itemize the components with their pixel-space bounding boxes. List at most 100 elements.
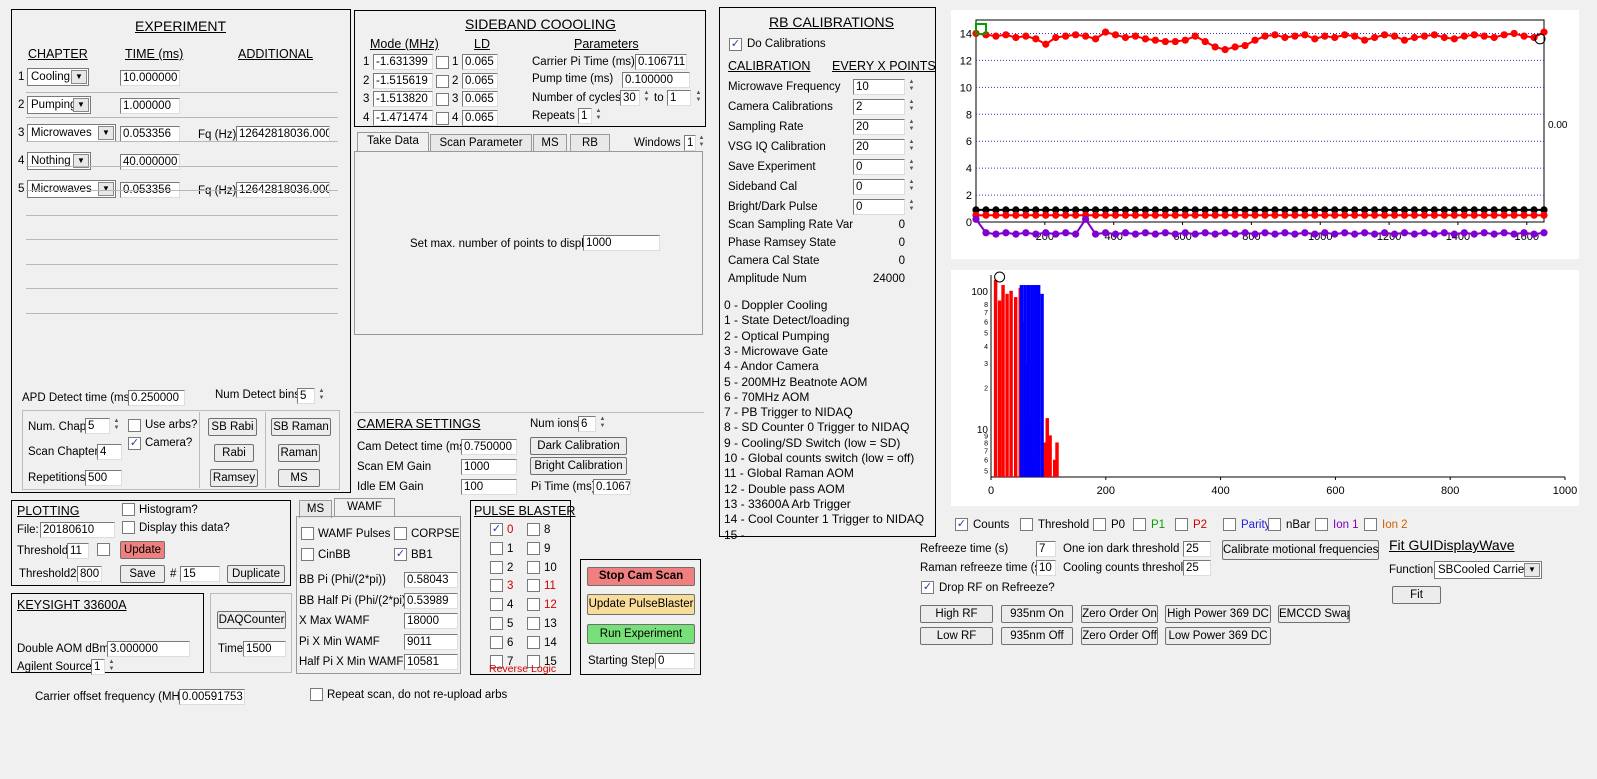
pb-bit-checkbox[interactable] xyxy=(527,541,540,555)
calibration-input[interactable]: 0 xyxy=(853,199,905,215)
ms-button[interactable]: MS xyxy=(278,469,320,487)
mode-input[interactable]: -1.513820 xyxy=(373,91,433,107)
apd-input[interactable]: 0.250000 xyxy=(128,390,185,406)
run-experiment-button[interactable]: Run Experiment xyxy=(587,624,695,644)
legend-checkbox[interactable] xyxy=(1093,518,1106,531)
legend-checkbox[interactable] xyxy=(1223,518,1236,531)
camera-checkbox[interactable]: ✓ xyxy=(128,437,141,450)
duplicate-button[interactable]: Duplicate xyxy=(227,565,285,583)
mode-checkbox[interactable] xyxy=(436,111,449,125)
carrier-pi-input[interactable]: 0.106711 xyxy=(635,54,687,70)
use-arbs-checkbox[interactable] xyxy=(128,419,141,432)
wamf-field-input[interactable]: 0.58043 xyxy=(404,572,458,588)
high-power-369-button[interactable]: High Power 369 DC xyxy=(1165,605,1271,623)
mode-checkbox[interactable] xyxy=(436,74,449,88)
chapter-time-input[interactable]: 10.000000 xyxy=(120,70,180,86)
chapter-dropdown[interactable]: Microwaves ▼ xyxy=(27,180,116,198)
calibration-spin[interactable]: ▲ ▼ xyxy=(907,99,916,115)
daq-counter-button[interactable]: DAQCounter xyxy=(217,611,286,629)
chapter-dropdown[interactable]: Cooling ▼ xyxy=(27,68,89,86)
num-bins-input[interactable]: 5 xyxy=(297,388,315,404)
raman-refreeze-input[interactable]: 10 xyxy=(1036,560,1056,576)
detect-input[interactable]: 0.750000 xyxy=(461,439,517,455)
ramsey-button[interactable]: Ramsey xyxy=(210,469,258,487)
calibration-input[interactable]: 10 xyxy=(853,79,905,95)
additional-input[interactable]: 12642818036.000 xyxy=(236,126,330,142)
mode-input[interactable]: -1.515619 xyxy=(373,72,433,89)
wamf-field-input[interactable]: 9011 xyxy=(404,633,458,650)
do-calibrations-checkbox[interactable]: ✓ xyxy=(729,38,742,51)
file-input[interactable]: 20180610 xyxy=(40,522,115,538)
legend-checkbox[interactable]: ✓ xyxy=(955,518,968,531)
zero-order-on-button[interactable]: Zero Order On xyxy=(1081,605,1158,623)
legend-checkbox[interactable] xyxy=(1020,518,1033,531)
repeats-spin[interactable]: ▲ ▼ xyxy=(594,108,603,124)
pb-bit-checkbox[interactable] xyxy=(527,560,540,574)
histogram-plot[interactable]: 100 10 8 7 6 5 4 3 2 9 8 7 6 5 0 200 400 600 800 1000 xyxy=(951,270,1579,506)
daq-time-input[interactable]: 1500 xyxy=(243,641,286,657)
emccd-swap-button[interactable]: EMCCD Swap xyxy=(1278,605,1350,623)
legend-checkbox[interactable] xyxy=(1175,518,1188,531)
pb-bit-checkbox[interactable] xyxy=(527,635,540,649)
calibration-input[interactable]: 20 xyxy=(853,139,905,155)
tab-take-data[interactable]: Take Data xyxy=(357,132,429,151)
chapter-dropdown[interactable]: Pumping ▼ xyxy=(27,96,91,114)
num-ions-spin[interactable]: ▲ ▼ xyxy=(598,416,607,432)
mode-checkbox[interactable] xyxy=(436,93,449,106)
chapter-time-input[interactable]: 0.053356 xyxy=(120,126,180,142)
legend-checkbox[interactable] xyxy=(1268,518,1281,531)
sb-raman-button[interactable]: SB Raman xyxy=(271,418,331,436)
tab-scan-parameter[interactable]: Scan Parameter xyxy=(430,134,532,152)
scan-em-input[interactable]: 1000 xyxy=(461,459,517,475)
save-button[interactable]: Save xyxy=(120,565,165,583)
scan-chapter-input[interactable]: 4 xyxy=(97,444,122,460)
tab-ms[interactable]: MS xyxy=(533,134,567,152)
num-chap-input[interactable]: 5 xyxy=(85,418,110,434)
bright-calibration-button[interactable]: Bright Calibration xyxy=(530,457,627,475)
ld-input[interactable]: 0.065 xyxy=(462,54,498,70)
mode-input[interactable]: -1.471474 xyxy=(373,109,433,126)
calibration-input[interactable]: 0 xyxy=(853,179,905,195)
wamf-field-input[interactable]: 0.53989 xyxy=(404,592,458,609)
calibration-spin[interactable]: ▲ ▼ xyxy=(907,179,916,195)
pb-bit-checkbox[interactable] xyxy=(527,598,540,612)
num-chap-spin[interactable]: ▲ ▼ xyxy=(112,418,121,434)
cycles-to-input[interactable]: 1 xyxy=(667,90,691,106)
idle-em-input[interactable]: 100 xyxy=(461,479,517,495)
ld-input[interactable]: 0.065 xyxy=(462,109,498,126)
ld-input[interactable]: 0.065 xyxy=(462,91,498,107)
stop-cam-scan-button[interactable]: Stop Cam Scan xyxy=(587,567,695,586)
pump-time-input[interactable]: 0.100000 xyxy=(622,72,690,88)
fit-button[interactable]: Fit xyxy=(1392,586,1441,604)
wamf-pulses-checkbox[interactable] xyxy=(301,527,314,540)
calibration-input[interactable]: 2 xyxy=(853,99,905,115)
starting-step-input[interactable]: 0 xyxy=(655,653,695,669)
cooling-threshold-input[interactable]: 25 xyxy=(1183,560,1211,576)
tab-wamf[interactable]: WAMF xyxy=(334,498,395,517)
agilent-spin[interactable]: ▲ ▼ xyxy=(107,659,116,675)
agilent-input[interactable]: 1 xyxy=(91,659,105,675)
calibration-spin[interactable]: ▲ ▼ xyxy=(907,199,916,215)
chapter-dropdown[interactable]: Nothing ▼ xyxy=(27,152,91,170)
corpse-checkbox[interactable] xyxy=(394,527,407,540)
aom-input[interactable]: 3.000000 xyxy=(107,641,190,657)
calibration-input[interactable]: 20 xyxy=(853,119,905,135)
calibrate-motional-button[interactable]: Calibrate motional frequencies xyxy=(1222,540,1379,560)
wamf-field-input[interactable]: 18000 xyxy=(404,613,458,629)
max-points-input[interactable]: 1000 xyxy=(583,235,660,251)
dark-threshold-input[interactable]: 25 xyxy=(1183,541,1211,557)
drop-rf-checkbox[interactable]: ✓ xyxy=(921,581,934,594)
raman-button[interactable]: Raman xyxy=(278,444,320,462)
update-pulseblaster-button[interactable]: Update PulseBlaster xyxy=(587,594,695,615)
chapter-dropdown[interactable]: Microwaves ▼ xyxy=(27,124,116,142)
threshold2-input[interactable]: 800 xyxy=(77,566,102,582)
zero-order-off-button[interactable]: Zero Order Off xyxy=(1081,627,1158,645)
cycles-from-input[interactable]: 30 xyxy=(620,90,640,106)
cycles-from-spin[interactable]: ▲ ▼ xyxy=(642,90,651,106)
wamf-field-input[interactable]: 10581 xyxy=(404,654,458,670)
repeats-input[interactable]: 1 xyxy=(578,108,592,124)
high-rf-button[interactable]: High RF xyxy=(920,605,993,623)
threshold-checkbox[interactable] xyxy=(97,543,110,556)
update-button[interactable]: Update xyxy=(120,541,165,559)
935nm-off-button[interactable]: 935nm Off xyxy=(1001,627,1073,645)
